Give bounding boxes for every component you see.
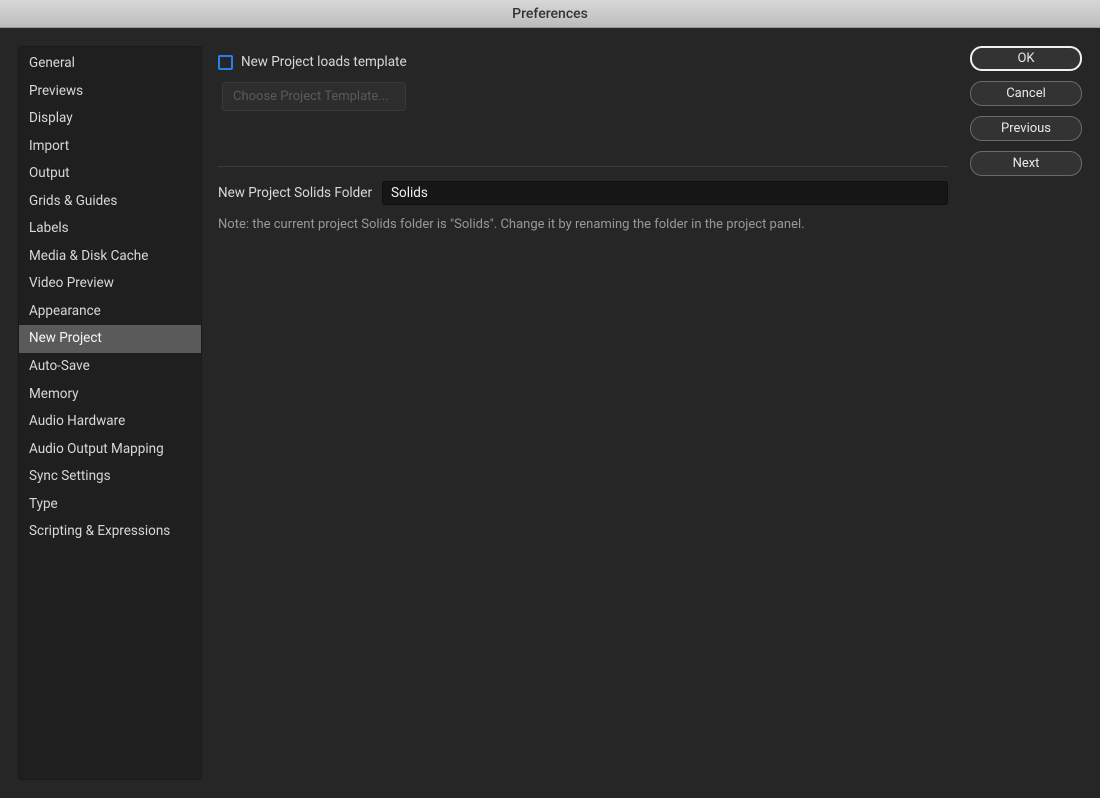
sidebar-item-appearance[interactable]: Appearance (19, 298, 201, 326)
window-title: Preferences (512, 6, 588, 22)
sidebar-item-sync-settings[interactable]: Sync Settings (19, 463, 201, 491)
main-container: General Previews Display Import Output G… (0, 28, 1100, 798)
solids-folder-note: Note: the current project Solids folder … (218, 217, 948, 232)
sidebar-item-output[interactable]: Output (19, 160, 201, 188)
sidebar-item-new-project[interactable]: New Project (19, 325, 201, 353)
next-button[interactable]: Next (970, 151, 1082, 176)
sidebar-item-audio-output-mapping[interactable]: Audio Output Mapping (19, 436, 201, 464)
sidebar-item-import[interactable]: Import (19, 133, 201, 161)
sidebar-item-display[interactable]: Display (19, 105, 201, 133)
window-titlebar: Preferences (0, 0, 1100, 28)
solids-folder-input[interactable] (382, 181, 948, 205)
section-divider (218, 166, 948, 167)
sidebar-item-general[interactable]: General (19, 47, 201, 78)
sidebar-item-scripting-expressions[interactable]: Scripting & Expressions (19, 518, 201, 546)
sidebar-item-media-disk-cache[interactable]: Media & Disk Cache (19, 243, 201, 271)
sidebar-item-grids-guides[interactable]: Grids & Guides (19, 188, 201, 216)
previous-button[interactable]: Previous (970, 116, 1082, 141)
sidebar-item-auto-save[interactable]: Auto-Save (19, 353, 201, 381)
loads-template-label: New Project loads template (241, 54, 407, 70)
sidebar-item-labels[interactable]: Labels (19, 215, 201, 243)
content-main: New Project loads template Choose Projec… (218, 46, 948, 780)
sidebar-item-audio-hardware[interactable]: Audio Hardware (19, 408, 201, 436)
sidebar-item-type[interactable]: Type (19, 491, 201, 519)
ok-button[interactable]: OK (970, 46, 1082, 71)
choose-template-button: Choose Project Template... (222, 82, 406, 111)
loads-template-row: New Project loads template (218, 54, 948, 70)
dialog-buttons: OK Cancel Previous Next (970, 46, 1082, 780)
loads-template-checkbox[interactable] (218, 55, 233, 70)
cancel-button[interactable]: Cancel (970, 81, 1082, 106)
sidebar-item-memory[interactable]: Memory (19, 381, 201, 409)
sidebar-item-video-preview[interactable]: Video Preview (19, 270, 201, 298)
solids-folder-row: New Project Solids Folder (218, 181, 948, 205)
content-area: New Project loads template Choose Projec… (218, 46, 1082, 780)
sidebar-item-previews[interactable]: Previews (19, 78, 201, 106)
solids-folder-label: New Project Solids Folder (218, 185, 372, 201)
preferences-sidebar: General Previews Display Import Output G… (18, 46, 202, 780)
